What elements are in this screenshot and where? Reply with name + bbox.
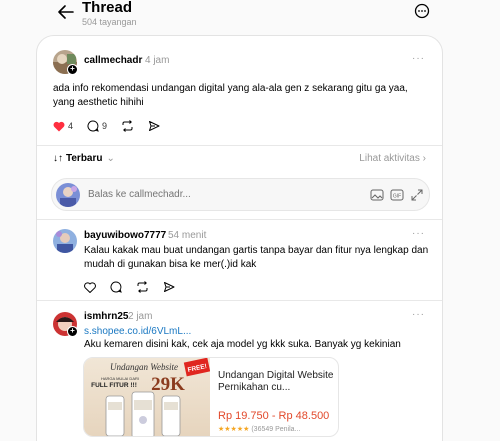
like-count: 4 xyxy=(68,121,74,131)
reply-text: Aku kemaren disini kak, cek aja model yg… xyxy=(84,339,401,350)
top-bar: Thread 504 tayangan xyxy=(0,0,500,34)
follow-plus-icon[interactable]: + xyxy=(67,64,78,75)
my-avatar xyxy=(56,183,80,207)
sort-arrows-icon: ↓↑ xyxy=(53,153,63,164)
reply-text: Kalau kakak mau buat undangan gartis tan… xyxy=(84,245,429,270)
share-icon xyxy=(149,121,160,131)
like-button[interactable] xyxy=(84,281,96,293)
rating-stars-icon: ★★★★★ xyxy=(218,426,250,433)
sort-dropdown[interactable]: ↓↑ Terbaru ⌄ xyxy=(53,153,115,164)
comment-button[interactable] xyxy=(110,281,122,293)
banner-line3: FULL FITUR !!! xyxy=(91,382,137,389)
repost-icon xyxy=(137,281,148,293)
reply-input[interactable] xyxy=(88,189,338,200)
reply-composer: GIF xyxy=(51,178,430,211)
comment-count: 9 xyxy=(102,121,108,131)
heart-icon xyxy=(84,281,96,293)
like-button[interactable]: 4 xyxy=(53,121,73,132)
post-more-icon[interactable]: ··· xyxy=(412,53,425,64)
reply-more-icon[interactable]: ··· xyxy=(412,228,425,239)
comment-button[interactable]: 9 xyxy=(87,120,107,132)
share-icon xyxy=(164,282,175,292)
product-card[interactable]: Undangan Website HARGA MULAI DARI FULL F… xyxy=(83,357,339,437)
chevron-down-icon: ⌄ xyxy=(106,153,115,164)
view-count: 504 tayangan xyxy=(82,17,137,27)
post-actions: 4 9 xyxy=(53,120,174,132)
banner-line2: HARGA MULAI DARI xyxy=(101,376,139,381)
post-time: 4 jam xyxy=(145,55,170,66)
back-arrow-icon[interactable] xyxy=(56,2,76,22)
product-price: Rp 19.750 - Rp 48.500 xyxy=(218,410,330,422)
gif-icon[interactable]: GIF xyxy=(390,188,404,202)
thread-panel: + callmechadr 4 jam ··· ada info rekomen… xyxy=(36,35,443,441)
reply-actions xyxy=(84,281,189,293)
post-text: ada info rekomendasi undangan digital ya… xyxy=(53,83,408,108)
reply-username[interactable]: bayuwibowo7777 xyxy=(84,230,166,241)
view-activity-label: Lihat aktivitas xyxy=(359,153,420,164)
banner-line1: Undangan Website xyxy=(110,362,178,372)
heart-icon xyxy=(53,121,65,131)
repost-button[interactable] xyxy=(136,281,149,293)
page-title: Thread xyxy=(82,0,133,16)
divider xyxy=(37,145,442,146)
view-activity-link[interactable]: Lihat aktivitas › xyxy=(359,153,426,164)
follow-plus-icon[interactable]: + xyxy=(67,326,78,337)
chevron-right-icon: › xyxy=(422,153,426,164)
expand-icon[interactable] xyxy=(410,188,424,202)
reply-more-icon[interactable]: ··· xyxy=(412,309,425,320)
sort-label: Terbaru xyxy=(66,153,103,164)
comment-icon xyxy=(87,120,99,132)
avatar[interactable] xyxy=(53,229,77,253)
share-button[interactable] xyxy=(163,281,175,293)
reply-time: 2 jam xyxy=(128,311,153,322)
banner-price: 29K xyxy=(151,374,185,395)
product-rating: ★★★★★ (36549 Penila... xyxy=(218,425,300,433)
reply-username[interactable]: ismhrn25 xyxy=(84,311,128,322)
product-title: Undangan Digital Website Pernikahan cu..… xyxy=(218,370,334,393)
svg-text:GIF: GIF xyxy=(393,194,401,200)
share-button[interactable] xyxy=(148,120,160,132)
comment-icon xyxy=(110,281,122,293)
image-icon[interactable] xyxy=(370,188,384,202)
divider xyxy=(37,219,442,220)
more-options-icon[interactable] xyxy=(414,3,430,19)
divider xyxy=(37,300,442,301)
rating-count: (36549 Penila... xyxy=(251,426,301,433)
reply-link[interactable]: s.shopee.co.id/6VLmL... xyxy=(84,325,191,339)
reply-time: 54 menit xyxy=(168,230,207,241)
product-image: Undangan Website HARGA MULAI DARI FULL F… xyxy=(84,358,211,436)
repost-button[interactable] xyxy=(121,120,134,132)
repost-icon xyxy=(122,120,133,132)
post-username[interactable]: callmechadr xyxy=(84,55,142,66)
